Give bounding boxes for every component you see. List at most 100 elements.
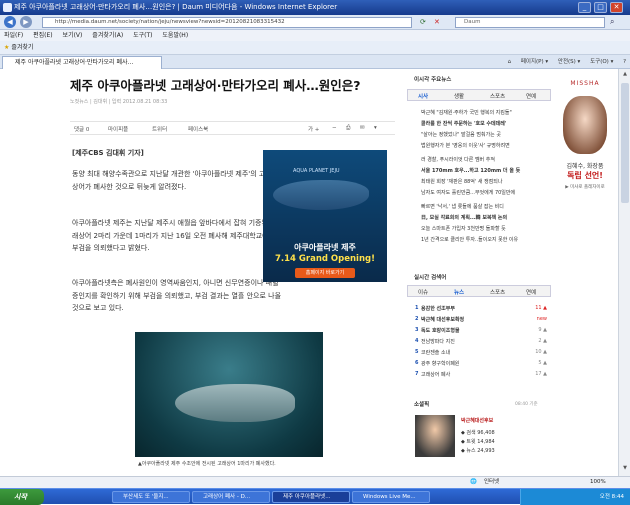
social-pick-box[interactable]: 박근혜대선후보 ◆ 검색 96,408 ◆ 트윗 14,984 ◆ 뉴스 24,…	[415, 415, 547, 457]
social-pick-name: 박근혜대선후보	[461, 418, 494, 424]
news-item[interactable]: 1년 간격으로 클리안 투자..들이오지 못한 이유	[421, 236, 549, 243]
keyword-item[interactable]: 박근혜 대선후보확정	[421, 316, 521, 323]
vertical-scrollbar[interactable]: ▲ ▼	[618, 69, 630, 476]
print-icon[interactable]: ⎙	[346, 125, 350, 132]
tab-life[interactable]: 생활	[454, 92, 464, 100]
tools-menu[interactable]: 도구(O) ▾	[590, 59, 613, 65]
keyword-change: 17 ▲	[535, 371, 547, 377]
more-icon[interactable]: ▾	[374, 125, 377, 131]
tab-article[interactable]: 제주 아쿠아플라넷 고래상어·만타가오리 폐사…	[2, 56, 162, 69]
window-title-bar: 제주 아쿠아플라넷 고래상어·만타가오리 폐사…원인은? | Daum 미디어다…	[0, 0, 630, 15]
stat-news: ◆ 뉴스 24,993	[461, 448, 495, 454]
search-icon[interactable]: ⌕	[610, 17, 614, 27]
keyword-item[interactable]: 용감한 선조부부	[421, 305, 521, 312]
zoom-level[interactable]: 100%	[590, 477, 606, 488]
keyword-item[interactable]: 코란젠솔 소내	[421, 349, 521, 356]
tab-sports[interactable]: 스포츠	[490, 92, 505, 100]
keyword-rank: 1	[415, 305, 419, 311]
tab-issue[interactable]: 이슈	[418, 288, 428, 296]
maximize-button[interactable]: □	[594, 2, 607, 13]
keyword-item[interactable]: 광주 향구학이폐원	[421, 360, 521, 367]
page-menu[interactable]: 페이지(P) ▾	[521, 59, 548, 65]
tab-entertainment[interactable]: 연예	[526, 92, 536, 100]
status-bar: 🌐 인터넷 100%	[0, 476, 630, 488]
news-item[interactable]: 남자도 여자도 흘린만큼...무엇에게 70일만에	[421, 189, 549, 196]
news-item[interactable]: 서울 170mm 호우...하고 120mm 더 올 듯	[421, 167, 549, 174]
scroll-down-icon[interactable]: ▼	[621, 465, 629, 473]
news-item[interactable]: 최태원 회장 '재판은 88억' 새 쟁점되나	[421, 178, 549, 185]
minimize-button[interactable]: _	[578, 2, 591, 13]
keyword-rank: 2	[415, 316, 419, 322]
keyword-rank: 4	[415, 338, 419, 344]
keyword-item[interactable]: 전남방파다 지진	[421, 338, 521, 345]
keyword-change: 11 ▲	[535, 305, 547, 311]
ad-link[interactable]: ▶ 미샤로 폴레자이로	[553, 184, 617, 190]
start-button[interactable]: 시작	[0, 489, 44, 505]
stat-tweet: ◆ 트윗 14,984	[461, 439, 495, 445]
keyword-change: 10 ▲	[535, 349, 547, 355]
ad-model-name: 김혜수, 화장품	[566, 163, 604, 170]
menu-edit[interactable]: 편집(E)	[33, 32, 53, 39]
paragraph-3: 아쿠아플라넷측은 폐사원인이 영역싸움인지, 아니면 신무연증이나 패혈증인지를…	[72, 279, 282, 312]
menu-file[interactable]: 파일(F)	[4, 32, 23, 39]
top-news-title: 이시각 주요뉴스	[414, 77, 452, 83]
ad-headline: 독립 선언!	[567, 171, 603, 180]
taskbar-item-active[interactable]: 제주 아쿠아플라넷...	[272, 491, 350, 503]
tab-entertainment-search[interactable]: 연예	[526, 288, 536, 296]
taskbar-item[interactable]: 고래상어 폐사 - D...	[192, 491, 270, 503]
keyword-change: new	[536, 316, 547, 322]
keyword-rank: 6	[415, 360, 419, 366]
taskbar-item[interactable]: Windows Live Me...	[352, 491, 430, 503]
search-tabs: 이슈 뉴스 스포츠 연예	[407, 285, 551, 297]
reply-button[interactable]: 댓글 0	[74, 125, 89, 133]
taskbar-item[interactable]: 부산세도 또 '울지...	[112, 491, 190, 503]
news-item[interactable]: 오늘 스마트폰 가입자 3천만명 돌파할 듯	[421, 225, 549, 232]
close-button[interactable]: ✕	[610, 2, 623, 13]
safety-menu[interactable]: 안전(S) ▾	[558, 59, 580, 65]
help-icon[interactable]: ?	[623, 59, 626, 65]
email-icon[interactable]: ✉	[360, 125, 365, 131]
news-item[interactable]: 콜라를 한 잔씩 주문하는 '호모 수데데레'	[421, 120, 549, 127]
ad-homepage-button[interactable]: 홈페이지 바로가기	[295, 268, 355, 278]
menu-favorites[interactable]: 즐겨찾기(A)	[92, 32, 123, 39]
font-minus-icon[interactable]: −	[332, 125, 337, 131]
menu-tools[interactable]: 도구(T)	[133, 32, 152, 39]
news-item[interactable]: 법원행자가 본 '영웅의 이웃'사' 규명하려면	[421, 142, 549, 149]
paragraph-1: 동양 최대 해양수족관으로 지난달 개관한 '아쿠아플라넷 제주'의 고래상어가…	[72, 170, 272, 191]
menu-view[interactable]: 보기(V)	[63, 32, 83, 39]
forward-icon[interactable]: ▶	[20, 16, 32, 28]
news-item[interactable]: 빠르면 '낙서,' 냅 롯들에 품살 잡는 비디	[421, 203, 549, 210]
keyword-item[interactable]: 독도 호랑이조형물	[421, 327, 521, 334]
back-icon[interactable]: ◀	[4, 16, 16, 28]
ie-icon	[3, 3, 12, 12]
home-icon[interactable]: ⌂	[508, 59, 512, 65]
news-item[interactable]: "살아는 정했었나" 발걸음 멈춰가는 곳	[421, 131, 549, 138]
tab-current-affairs[interactable]: 시사	[418, 92, 428, 100]
aquaplanet-ad[interactable]: AQUA PLANET JEJU 아쿠아플라넷 제주 7.14 Grand Op…	[263, 150, 387, 282]
facebook-button[interactable]: 페이스북	[188, 125, 208, 133]
favorites-label[interactable]: 즐겨찾기	[11, 44, 33, 51]
search-input[interactable]: Daum	[455, 17, 605, 28]
tab-news[interactable]: 뉴스	[454, 288, 464, 296]
font-size-icon[interactable]: 가 +	[308, 125, 319, 133]
tab-sports-search[interactable]: 스포츠	[490, 288, 505, 296]
scroll-thumb[interactable]	[621, 83, 629, 203]
news-item[interactable]: 박근혜 "김재원·주하가 국민 행복의 지킴돌"	[421, 109, 549, 116]
model-photo	[563, 96, 607, 154]
keyword-change: 2 ▲	[538, 338, 547, 344]
url-field[interactable]: http://media.daum.net/society/nation/jej…	[42, 17, 412, 28]
mypeople-button[interactable]: 마이피플	[108, 125, 128, 133]
star-icon[interactable]: ★	[4, 44, 9, 51]
scroll-up-icon[interactable]: ▲	[621, 71, 629, 79]
refresh-icon[interactable]: ⟳	[420, 18, 426, 26]
twitter-button[interactable]: 트위터	[152, 125, 167, 133]
news-item[interactable]: 日, 모실 각료회의 계획...韓 보복책 논의	[421, 214, 549, 221]
stop-icon[interactable]: ✕	[434, 18, 440, 26]
menu-help[interactable]: 도움말(H)	[162, 32, 188, 39]
keyword-item[interactable]: 고래상어 폐사	[421, 371, 521, 378]
reporter: [제주CBS 김대휘 기자]	[72, 149, 144, 157]
clock[interactable]: 오전 8:44	[600, 494, 624, 500]
command-bar: ⌂ 페이지(P) ▾ 안전(S) ▾ 도구(O) ▾ ?	[500, 55, 626, 69]
news-item[interactable]: 러 경찰, 푸시라이엇 다른 멤버 추적	[421, 156, 549, 163]
missha-ad[interactable]: MISSHA 김혜수, 화장품 독립 선언! ▶ 미샤로 폴레자이로	[553, 78, 617, 204]
